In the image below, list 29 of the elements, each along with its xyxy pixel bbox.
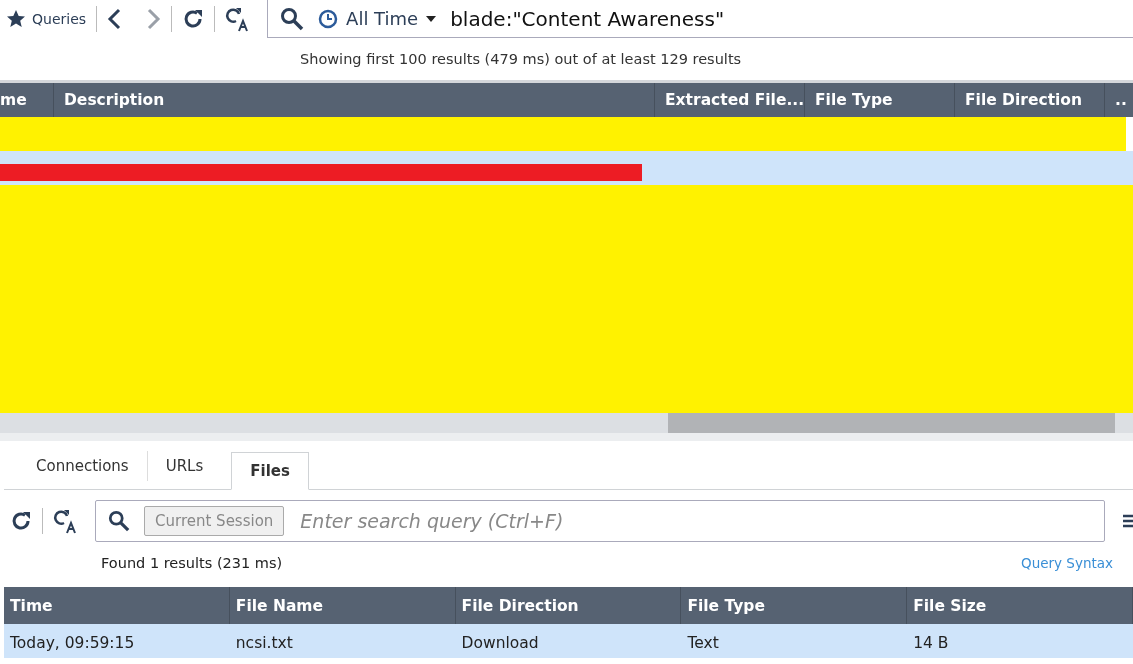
queries-button[interactable]: Queries (6, 9, 87, 29)
query-text: blade:"Content Awareness" (450, 6, 725, 31)
table-row[interactable]: Today, 09:59:15 ncsi.txt Download Text 14 B (4, 624, 1133, 658)
auto-refresh-icon[interactable] (53, 508, 79, 534)
star-icon (6, 9, 26, 29)
status-text: Showing first 100 results (479 ms) out of at least 129 results (300, 51, 742, 67)
table-cell-text: Text (686, 633, 720, 654)
tab[interactable]: Files (231, 452, 309, 490)
time-range-dropdown[interactable]: All Time (318, 8, 437, 29)
refresh-icon[interactable] (182, 8, 205, 30)
table-cell-text: Today, 09:59:15 (9, 633, 136, 654)
menu-icon[interactable] (1123, 513, 1133, 529)
query-field[interactable]: All Time blade:"Content Awareness" (267, 0, 1133, 38)
table-cell-text: Download (460, 633, 540, 654)
scope-chip[interactable]: Current Session (144, 506, 285, 536)
tab[interactable]: URLs (147, 451, 222, 481)
column-header[interactable]: .. (1105, 83, 1133, 117)
clock-icon (318, 8, 339, 29)
search-icon (280, 6, 305, 31)
results-count: Found 1 results (231 ms) (101, 555, 283, 571)
query-syntax-link[interactable]: Query Syntax (1021, 555, 1113, 571)
caret-icon (426, 15, 437, 22)
table-cell-text: 14 B (912, 633, 950, 654)
forward-icon[interactable] (145, 8, 162, 30)
search-icon (108, 510, 130, 532)
refresh-icon[interactable] (10, 510, 32, 532)
table-cell-text: ncsi.txt (234, 633, 294, 654)
tab[interactable]: Connections (18, 451, 148, 481)
search-field[interactable]: Current Session Enter search query (Ctrl+F) (95, 500, 1105, 542)
